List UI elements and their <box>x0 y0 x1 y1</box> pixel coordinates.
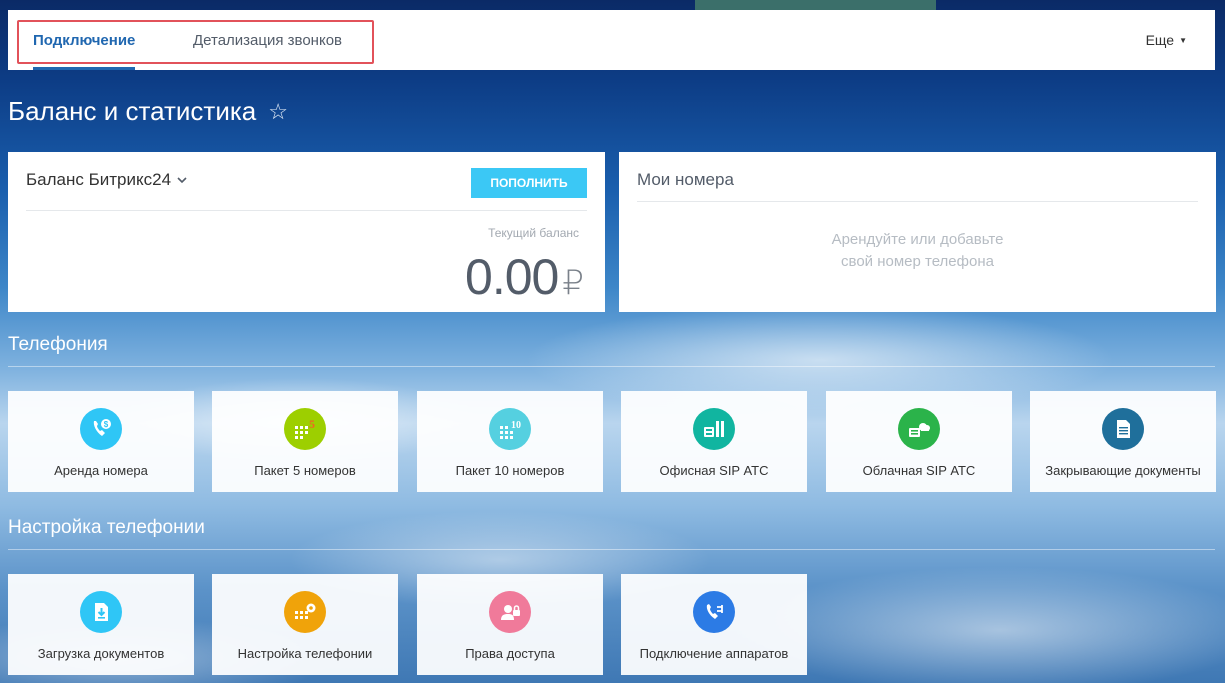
empty-text-line-2: свой номер телефона <box>841 253 994 270</box>
topup-button[interactable]: ПОПОЛНИТЬ <box>471 168 587 198</box>
tile-label: Настройка телефонии <box>237 646 373 661</box>
balance-selector[interactable]: Баланс Битрикс24 <box>26 170 187 190</box>
package-10-icon: 10 <box>489 408 531 450</box>
tile-label: Пакет 5 номеров <box>254 463 356 478</box>
cloud-sip-icon <box>898 408 940 450</box>
top-accent-bar <box>695 0 936 10</box>
tile-phone-settings[interactable]: Настройка телефонии <box>212 574 398 675</box>
phone-rent-icon: $ <box>80 408 122 450</box>
section-divider <box>8 549 1215 550</box>
tile-number-rent[interactable]: $ Аренда номера <box>8 391 194 492</box>
divider <box>637 201 1198 202</box>
package-5-icon: 5 <box>284 408 326 450</box>
divider <box>26 210 587 211</box>
section-divider <box>8 366 1215 367</box>
access-rights-icon <box>489 591 531 633</box>
tile-label: Права доступа <box>465 646 555 661</box>
chevron-down-icon <box>177 177 187 184</box>
svg-text:$: $ <box>104 420 109 429</box>
caret-down-icon: ▼ <box>1179 35 1187 45</box>
balance-amount: 0.00 ₽ <box>465 248 584 306</box>
office-sip-icon <box>693 408 735 450</box>
my-numbers-card: Мои номера Арендуйте или добавьте свой н… <box>619 152 1216 312</box>
tile-label: Закрывающие документы <box>1045 463 1201 478</box>
page-title-row: Баланс и статистика ☆ <box>8 96 288 127</box>
tile-label: Загрузка документов <box>37 646 165 661</box>
tile-office-sip[interactable]: Офисная SIP АТС <box>621 391 807 492</box>
tile-label: Пакет 10 номеров <box>455 463 565 478</box>
tile-label: Аренда номера <box>54 463 148 478</box>
closing-docs-icon <box>1102 408 1144 450</box>
tile-label: Облачная SIP АТС <box>862 463 976 478</box>
upload-docs-icon <box>80 591 122 633</box>
tile-upload-docs[interactable]: Загрузка документов <box>8 574 194 675</box>
package-badge: 10 <box>511 420 521 431</box>
settings-section-title: Настройка телефонии <box>8 517 205 538</box>
tile-label: Офисная SIP АТС <box>659 463 769 478</box>
package-badge: 5 <box>309 417 315 431</box>
top-tab-bar: Подключение Детализация звонков Еще ▼ <box>8 10 1215 70</box>
balance-card: Баланс Битрикс24 ПОПОЛНИТЬ Текущий балан… <box>8 152 605 312</box>
tab-connection[interactable]: Подключение <box>33 10 136 70</box>
current-balance-label: Текущий баланс <box>488 226 579 240</box>
balance-selector-label: Баланс Битрикс24 <box>26 170 172 189</box>
tab-call-details[interactable]: Детализация звонков <box>193 10 342 70</box>
tile-cloud-sip[interactable]: Облачная SIP АТС <box>826 391 1012 492</box>
empty-text-line-1: Арендуйте или добавьте <box>831 231 1004 248</box>
my-numbers-title: Мои номера <box>637 170 734 189</box>
more-menu-button[interactable]: Еще ▼ <box>1146 10 1187 70</box>
tile-closing-docs[interactable]: Закрывающие документы <box>1030 391 1216 492</box>
more-label: Еще <box>1145 32 1175 48</box>
tile-device-connect[interactable]: Подключение аппаратов <box>621 574 807 675</box>
balance-value: 0.00 <box>465 249 559 305</box>
tile-access-rights[interactable]: Права доступа <box>417 574 603 675</box>
page-title: Баланс и статистика <box>8 96 257 126</box>
my-numbers-empty-text: Арендуйте или добавьте свой номер телефо… <box>619 229 1216 273</box>
currency-sign: ₽ <box>562 264 584 302</box>
tile-package-10[interactable]: 10 Пакет 10 номеров <box>417 391 603 492</box>
phone-settings-icon <box>284 591 326 633</box>
tile-label: Подключение аппаратов <box>639 646 789 661</box>
star-icon[interactable]: ☆ <box>268 99 288 125</box>
telephony-section-title: Телефония <box>8 334 108 355</box>
device-connect-icon <box>693 591 735 633</box>
tile-package-5[interactable]: 5 Пакет 5 номеров <box>212 391 398 492</box>
